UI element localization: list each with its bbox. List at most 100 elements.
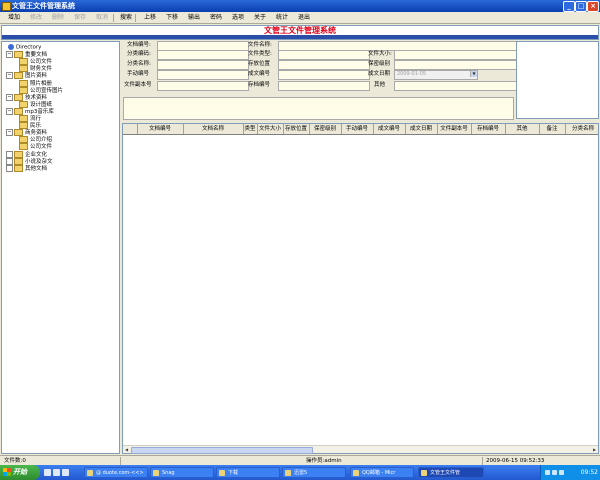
tray-volume-icon[interactable] xyxy=(552,470,557,475)
file-copy-no-input[interactable] xyxy=(157,81,249,91)
doc-date-value: 2009-01-05 xyxy=(397,71,427,77)
toolbar-button[interactable]: 保存 xyxy=(69,13,91,23)
storage-location-input[interactable] xyxy=(278,60,370,70)
tree-expander-icon[interactable]: − xyxy=(6,93,13,101)
image-preview[interactable] xyxy=(516,41,599,119)
tree-expander-icon[interactable]: − xyxy=(6,72,13,80)
taskbar-task[interactable]: 下载 xyxy=(216,467,280,478)
horizontal-scrollbar[interactable]: ◀ ▶ xyxy=(123,445,598,454)
category-no-input[interactable] xyxy=(157,50,249,60)
storage-no-input[interactable] xyxy=(278,81,370,91)
minimize-button[interactable]: _ xyxy=(563,1,575,12)
tree-item[interactable]: 照片相册 xyxy=(19,79,52,87)
toolbar-button[interactable]: 统计 xyxy=(271,13,293,23)
memo-field[interactable] xyxy=(123,97,514,120)
directory-tree[interactable]: Directory − 重要文档 公司文件 财务文件 − 图片资料 照片相册 公司宣传图片 − 技术… xyxy=(1,41,120,454)
title-bar[interactable]: 文管王文件管理系统 _ □ × xyxy=(0,0,600,12)
toolbar-button[interactable]: 选项 xyxy=(227,13,249,23)
tree-item[interactable]: 企业文化 xyxy=(6,150,47,158)
tray-network-icon[interactable] xyxy=(545,470,550,475)
taskbar-task[interactable]: 文管王文件管 xyxy=(418,467,484,478)
file-size-input[interactable] xyxy=(394,50,518,60)
task-app-icon xyxy=(87,470,93,476)
tree-item[interactable]: 小说及杂文 xyxy=(6,157,53,165)
tree-item[interactable]: − 图片资料 xyxy=(6,72,47,80)
toolbar-button[interactable]: 修改 xyxy=(25,13,47,23)
column-header[interactable]: 文件大小 xyxy=(257,124,284,134)
tree-item[interactable]: 财务文件 xyxy=(19,65,52,73)
tree-item[interactable]: − 商务资料 xyxy=(6,129,48,137)
folder-icon xyxy=(14,164,23,172)
taskbar-task[interactable]: 迅雷5 xyxy=(282,467,346,478)
file-type-input[interactable] xyxy=(278,50,370,60)
tree-item[interactable]: 民乐 xyxy=(19,122,41,130)
column-header[interactable]: 存放位置 xyxy=(283,124,310,134)
toolbar-button[interactable]: 关于 xyxy=(249,13,271,23)
tree-item-label: 重要文档 xyxy=(25,52,48,59)
taskbar-task[interactable]: @ duote.com-<<> xyxy=(84,467,148,478)
tree-item[interactable]: − mp3音乐库 xyxy=(6,107,54,115)
other-input[interactable] xyxy=(394,81,518,91)
start-button[interactable]: 开始 xyxy=(0,465,40,480)
column-header[interactable]: 成文日期 xyxy=(405,124,438,134)
column-header[interactable]: 分类名称 xyxy=(565,124,598,134)
quicklaunch-desktop-icon[interactable] xyxy=(53,469,60,476)
toolbar-button[interactable]: 搜索 xyxy=(115,13,137,23)
tree-expander-icon[interactable]: − xyxy=(6,129,13,137)
manual-no-input[interactable] xyxy=(157,70,249,80)
scroll-right-icon[interactable]: ▶ xyxy=(591,446,598,453)
toolbar-button[interactable]: 删除 xyxy=(47,13,69,23)
close-button[interactable]: × xyxy=(587,1,599,12)
quicklaunch-ie-icon[interactable] xyxy=(44,469,51,476)
tree-item-label: 公司介绍 xyxy=(30,137,53,144)
column-header[interactable]: 类型 xyxy=(243,124,258,134)
column-header[interactable]: 其他 xyxy=(505,124,540,134)
tree-expander-icon[interactable] xyxy=(6,157,13,165)
column-header[interactable]: 成文编号 xyxy=(373,124,406,134)
tree-item[interactable]: 公司文件 xyxy=(19,143,52,151)
toolbar-button[interactable]: 增加 xyxy=(3,13,25,23)
tree-item[interactable]: − 技术资料 xyxy=(6,93,47,101)
tree-item[interactable]: 其他文档 xyxy=(6,164,47,172)
tray-app-icon[interactable] xyxy=(559,470,564,475)
tree-item[interactable]: − 重要文档 xyxy=(6,51,48,59)
maximize-button[interactable]: □ xyxy=(575,1,587,12)
chevron-down-icon[interactable]: ▼ xyxy=(470,71,477,77)
tree-expander-icon[interactable] xyxy=(6,150,13,158)
tree-expander-icon[interactable]: − xyxy=(6,107,13,115)
taskbar-task[interactable]: QQ邮箱 - Micr xyxy=(350,467,414,478)
secret-level-input[interactable] xyxy=(394,60,518,70)
column-header[interactable]: 文件副本号 xyxy=(437,124,472,134)
toolbar-button[interactable]: 密码 xyxy=(205,13,227,23)
doc-date-picker[interactable]: 2009-01-05 ▼ xyxy=(394,70,478,80)
quicklaunch-media-icon[interactable] xyxy=(62,469,69,476)
tree-item[interactable]: 流行 xyxy=(19,115,41,122)
taskbar-task[interactable]: Snag xyxy=(150,467,214,478)
tree-item[interactable]: 公司宣传图片 xyxy=(19,86,63,94)
toolbar-button[interactable]: 输出 xyxy=(183,13,205,23)
toolbar-button[interactable]: 退出 xyxy=(293,13,315,23)
tree-item[interactable]: 公司文件 xyxy=(19,58,52,66)
category-name-input[interactable] xyxy=(157,60,249,70)
tree-item[interactable]: 公司介绍 xyxy=(19,136,53,144)
toolbar-button[interactable]: 下移 xyxy=(161,13,183,23)
column-header[interactable]: 文档名称 xyxy=(183,124,244,134)
toolbar-button[interactable]: 上移 xyxy=(139,13,161,23)
toolbar-button[interactable]: 取消 xyxy=(91,13,113,23)
document-grid[interactable]: 文档编号 文档名称 类型 文件大小 存放位置 保密级别 手动编号 成文编号 成文日期 文件副本号存… xyxy=(122,123,599,454)
column-header[interactable]: 备注 xyxy=(539,124,566,134)
tree-item-label: 商务资料 xyxy=(25,130,48,137)
category-name-label: 分类名称: xyxy=(127,61,151,67)
column-header[interactable]: 保密级别 xyxy=(309,124,342,134)
scroll-left-icon[interactable]: ◀ xyxy=(123,446,130,453)
column-header[interactable]: 存档编号 xyxy=(471,124,506,134)
scroll-thumb[interactable] xyxy=(131,447,313,454)
column-header[interactable]: 文档编号 xyxy=(137,124,184,134)
column-header[interactable]: 手动编号 xyxy=(341,124,374,134)
tree-item[interactable]: 设计图纸 xyxy=(19,100,52,108)
app-icon[interactable] xyxy=(2,2,11,11)
tree-expander-icon[interactable] xyxy=(6,164,13,172)
tree-expander-icon[interactable]: − xyxy=(6,51,13,59)
tree-item[interactable]: Directory xyxy=(8,44,41,51)
doc-no2-input[interactable] xyxy=(278,70,370,80)
